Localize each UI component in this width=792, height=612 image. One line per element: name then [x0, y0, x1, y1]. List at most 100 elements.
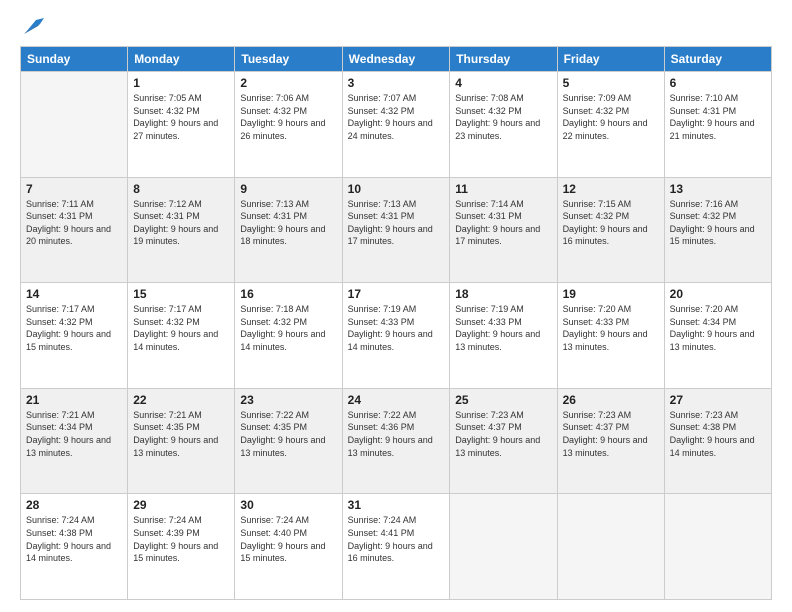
- calendar-cell: 25 Sunrise: 7:23 AMSunset: 4:37 PMDayligh…: [450, 388, 557, 494]
- col-header-monday: Monday: [128, 47, 235, 72]
- day-number: 21: [26, 393, 122, 407]
- day-info: Sunrise: 7:23 AMSunset: 4:37 PMDaylight:…: [455, 409, 551, 459]
- calendar-cell: 19 Sunrise: 7:20 AMSunset: 4:33 PMDayligh…: [557, 283, 664, 389]
- day-info: Sunrise: 7:22 AMSunset: 4:36 PMDaylight:…: [348, 409, 445, 459]
- calendar-cell: [21, 72, 128, 178]
- day-number: 17: [348, 287, 445, 301]
- calendar-week-4: 21 Sunrise: 7:21 AMSunset: 4:34 PMDayligh…: [21, 388, 772, 494]
- calendar-cell: 20 Sunrise: 7:20 AMSunset: 4:34 PMDayligh…: [664, 283, 771, 389]
- day-number: 19: [563, 287, 659, 301]
- calendar-cell: 7 Sunrise: 7:11 AMSunset: 4:31 PMDaylight…: [21, 177, 128, 283]
- col-header-wednesday: Wednesday: [342, 47, 450, 72]
- calendar-cell: 29 Sunrise: 7:24 AMSunset: 4:39 PMDayligh…: [128, 494, 235, 600]
- day-number: 26: [563, 393, 659, 407]
- calendar-week-1: 1Sunrise: 7:05 AMSunset: 4:32 PMDaylight…: [21, 72, 772, 178]
- day-info: Sunrise: 7:06 AMSunset: 4:32 PMDaylight:…: [240, 92, 336, 142]
- calendar-cell: 10 Sunrise: 7:13 AMSunset: 4:31 PMDayligh…: [342, 177, 450, 283]
- day-number: 18: [455, 287, 551, 301]
- calendar-page: SundayMondayTuesdayWednesdayThursdayFrid…: [0, 0, 792, 612]
- day-number: 29: [133, 498, 229, 512]
- day-info: Sunrise: 7:24 AMSunset: 4:40 PMDaylight:…: [240, 514, 336, 564]
- day-info: Sunrise: 7:13 AMSunset: 4:31 PMDaylight:…: [240, 198, 336, 248]
- day-info: Sunrise: 7:07 AMSunset: 4:32 PMDaylight:…: [348, 92, 445, 142]
- day-info: Sunrise: 7:19 AMSunset: 4:33 PMDaylight:…: [348, 303, 445, 353]
- calendar-cell: [450, 494, 557, 600]
- day-number: 8: [133, 182, 229, 196]
- calendar-cell: 31Sunrise: 7:24 AMSunset: 4:41 PMDayligh…: [342, 494, 450, 600]
- calendar-cell: 3 Sunrise: 7:07 AMSunset: 4:32 PMDaylight…: [342, 72, 450, 178]
- day-info: Sunrise: 7:21 AMSunset: 4:34 PMDaylight:…: [26, 409, 122, 459]
- day-number: 10: [348, 182, 445, 196]
- calendar-cell: 5 Sunrise: 7:09 AMSunset: 4:32 PMDaylight…: [557, 72, 664, 178]
- day-info: Sunrise: 7:14 AMSunset: 4:31 PMDaylight:…: [455, 198, 551, 248]
- calendar-cell: 1Sunrise: 7:05 AMSunset: 4:32 PMDaylight…: [128, 72, 235, 178]
- calendar-table: SundayMondayTuesdayWednesdayThursdayFrid…: [20, 46, 772, 600]
- day-info: Sunrise: 7:08 AMSunset: 4:32 PMDaylight:…: [455, 92, 551, 142]
- col-header-thursday: Thursday: [450, 47, 557, 72]
- col-header-tuesday: Tuesday: [235, 47, 342, 72]
- day-number: 23: [240, 393, 336, 407]
- logo-icon: [22, 14, 44, 36]
- day-info: Sunrise: 7:17 AMSunset: 4:32 PMDaylight:…: [133, 303, 229, 353]
- calendar-cell: 14 Sunrise: 7:17 AMSunset: 4:32 PMDayligh…: [21, 283, 128, 389]
- day-number: 9: [240, 182, 336, 196]
- calendar-cell: 23 Sunrise: 7:22 AMSunset: 4:35 PMDayligh…: [235, 388, 342, 494]
- calendar-cell: 8 Sunrise: 7:12 AMSunset: 4:31 PMDaylight…: [128, 177, 235, 283]
- day-number: 4: [455, 76, 551, 90]
- day-info: Sunrise: 7:22 AMSunset: 4:35 PMDaylight:…: [240, 409, 336, 459]
- calendar-cell: 9 Sunrise: 7:13 AMSunset: 4:31 PMDaylight…: [235, 177, 342, 283]
- day-number: 5: [563, 76, 659, 90]
- day-number: 30: [240, 498, 336, 512]
- col-header-sunday: Sunday: [21, 47, 128, 72]
- day-number: 24: [348, 393, 445, 407]
- day-number: 20: [670, 287, 766, 301]
- day-number: 25: [455, 393, 551, 407]
- calendar-cell: 26 Sunrise: 7:23 AMSunset: 4:37 PMDayligh…: [557, 388, 664, 494]
- day-info: Sunrise: 7:16 AMSunset: 4:32 PMDaylight:…: [670, 198, 766, 248]
- day-info: Sunrise: 7:17 AMSunset: 4:32 PMDaylight:…: [26, 303, 122, 353]
- day-info: Sunrise: 7:20 AMSunset: 4:34 PMDaylight:…: [670, 303, 766, 353]
- day-number: 2: [240, 76, 336, 90]
- calendar-cell: 27 Sunrise: 7:23 AMSunset: 4:38 PMDayligh…: [664, 388, 771, 494]
- logo: [20, 18, 44, 36]
- day-info: Sunrise: 7:19 AMSunset: 4:33 PMDaylight:…: [455, 303, 551, 353]
- day-info: Sunrise: 7:13 AMSunset: 4:31 PMDaylight:…: [348, 198, 445, 248]
- day-info: Sunrise: 7:15 AMSunset: 4:32 PMDaylight:…: [563, 198, 659, 248]
- calendar-cell: 28 Sunrise: 7:24 AMSunset: 4:38 PMDayligh…: [21, 494, 128, 600]
- day-number: 6: [670, 76, 766, 90]
- calendar-week-2: 7 Sunrise: 7:11 AMSunset: 4:31 PMDaylight…: [21, 177, 772, 283]
- day-info: Sunrise: 7:11 AMSunset: 4:31 PMDaylight:…: [26, 198, 122, 248]
- calendar-cell: 24 Sunrise: 7:22 AMSunset: 4:36 PMDayligh…: [342, 388, 450, 494]
- calendar-cell: 21 Sunrise: 7:21 AMSunset: 4:34 PMDayligh…: [21, 388, 128, 494]
- day-number: 1: [133, 76, 229, 90]
- day-info: Sunrise: 7:12 AMSunset: 4:31 PMDaylight:…: [133, 198, 229, 248]
- calendar-cell: 16Sunrise: 7:18 AMSunset: 4:32 PMDayligh…: [235, 283, 342, 389]
- col-header-saturday: Saturday: [664, 47, 771, 72]
- day-info: Sunrise: 7:24 AMSunset: 4:38 PMDaylight:…: [26, 514, 122, 564]
- day-info: Sunrise: 7:23 AMSunset: 4:38 PMDaylight:…: [670, 409, 766, 459]
- day-info: Sunrise: 7:09 AMSunset: 4:32 PMDaylight:…: [563, 92, 659, 142]
- calendar-cell: 12 Sunrise: 7:15 AMSunset: 4:32 PMDayligh…: [557, 177, 664, 283]
- day-info: Sunrise: 7:18 AMSunset: 4:32 PMDaylight:…: [240, 303, 336, 353]
- day-info: Sunrise: 7:20 AMSunset: 4:33 PMDaylight:…: [563, 303, 659, 353]
- calendar-cell: [664, 494, 771, 600]
- day-number: 22: [133, 393, 229, 407]
- calendar-cell: 6 Sunrise: 7:10 AMSunset: 4:31 PMDaylight…: [664, 72, 771, 178]
- day-info: Sunrise: 7:24 AMSunset: 4:39 PMDaylight:…: [133, 514, 229, 564]
- day-number: 7: [26, 182, 122, 196]
- day-number: 14: [26, 287, 122, 301]
- header-row: SundayMondayTuesdayWednesdayThursdayFrid…: [21, 47, 772, 72]
- day-number: 27: [670, 393, 766, 407]
- calendar-cell: 18 Sunrise: 7:19 AMSunset: 4:33 PMDayligh…: [450, 283, 557, 389]
- day-number: 31: [348, 498, 445, 512]
- day-number: 3: [348, 76, 445, 90]
- col-header-friday: Friday: [557, 47, 664, 72]
- day-number: 12: [563, 182, 659, 196]
- day-number: 15: [133, 287, 229, 301]
- calendar-week-5: 28 Sunrise: 7:24 AMSunset: 4:38 PMDayligh…: [21, 494, 772, 600]
- day-number: 28: [26, 498, 122, 512]
- day-info: Sunrise: 7:10 AMSunset: 4:31 PMDaylight:…: [670, 92, 766, 142]
- calendar-cell: 13Sunrise: 7:16 AMSunset: 4:32 PMDayligh…: [664, 177, 771, 283]
- day-info: Sunrise: 7:23 AMSunset: 4:37 PMDaylight:…: [563, 409, 659, 459]
- calendar-cell: 17 Sunrise: 7:19 AMSunset: 4:33 PMDayligh…: [342, 283, 450, 389]
